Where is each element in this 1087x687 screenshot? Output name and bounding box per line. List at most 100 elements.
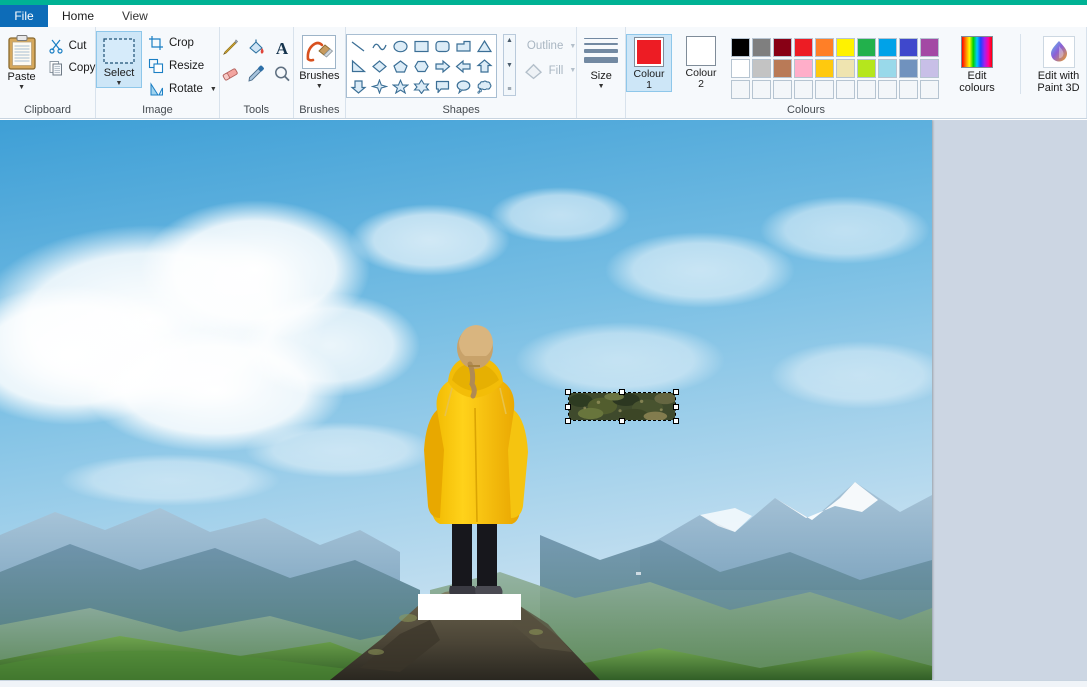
palette-swatch-r2-c5[interactable] bbox=[815, 59, 834, 78]
shape-four-point-star[interactable] bbox=[369, 76, 390, 96]
crop-button[interactable]: Crop bbox=[146, 34, 219, 52]
shape-pentagon[interactable] bbox=[390, 56, 411, 76]
select-button[interactable]: Select ▼ bbox=[96, 31, 142, 88]
palette-swatch-r3-c6[interactable] bbox=[836, 80, 855, 99]
tab-home[interactable]: Home bbox=[48, 5, 109, 27]
shapes-scroll-up-icon[interactable]: ▲ bbox=[506, 36, 513, 45]
shape-oval[interactable] bbox=[390, 36, 411, 56]
shape-right-arrow[interactable] bbox=[432, 56, 453, 76]
palette-swatch-r2-c10[interactable] bbox=[920, 59, 939, 78]
palette-swatch-r3-c1[interactable] bbox=[731, 80, 750, 99]
palette-swatch-r1-c6[interactable] bbox=[836, 38, 855, 57]
colour-1-button[interactable]: Colour 1 bbox=[626, 34, 672, 92]
size-dropdown-caret-icon[interactable]: ▼ bbox=[598, 83, 605, 90]
selection-handle-se[interactable] bbox=[673, 418, 679, 424]
tab-file[interactable]: File bbox=[0, 5, 48, 27]
shapes-gallery-scrollbar[interactable]: ▲ ▼ ≡ bbox=[502, 34, 516, 96]
eraser-tool-button[interactable] bbox=[218, 62, 242, 86]
palette-swatch-r2-c8[interactable] bbox=[878, 59, 897, 78]
palette-swatch-r3-c10[interactable] bbox=[920, 80, 939, 99]
palette-swatch-r2-c9[interactable] bbox=[899, 59, 918, 78]
shape-cloud-callout[interactable] bbox=[474, 76, 495, 96]
rotate-dropdown-caret-icon[interactable]: ▼ bbox=[210, 86, 217, 93]
rotate-button[interactable]: Rotate ▼ bbox=[146, 80, 219, 98]
shape-curve[interactable] bbox=[369, 36, 390, 56]
copy-button[interactable]: Copy bbox=[46, 59, 98, 77]
palette-swatch-r3-c2[interactable] bbox=[752, 80, 771, 99]
canvas-selection-marquee[interactable] bbox=[565, 389, 679, 424]
paint-canvas[interactable] bbox=[0, 120, 932, 680]
palette-swatch-r1-c7[interactable] bbox=[857, 38, 876, 57]
size-button[interactable]: Size ▼ bbox=[584, 31, 619, 90]
cut-button[interactable]: Cut bbox=[46, 37, 98, 55]
fill-dropdown-caret-icon[interactable]: ▼ bbox=[569, 67, 576, 74]
palette-swatch-r2-c1[interactable] bbox=[731, 59, 750, 78]
brushes-dropdown-caret-icon[interactable]: ▼ bbox=[316, 83, 323, 90]
text-tool-button[interactable]: A bbox=[270, 36, 294, 60]
paint3d-label-line2: Paint 3D bbox=[1037, 82, 1080, 94]
selection-handle-e[interactable] bbox=[673, 403, 679, 410]
pencil-tool-button[interactable] bbox=[218, 36, 242, 60]
palette-swatch-r1-c4[interactable] bbox=[794, 38, 813, 57]
shape-left-arrow[interactable] bbox=[453, 56, 474, 76]
palette-swatch-r2-c7[interactable] bbox=[857, 59, 876, 78]
shape-down-arrow[interactable] bbox=[348, 76, 369, 96]
shape-triangle[interactable] bbox=[474, 36, 495, 56]
canvas-workspace[interactable] bbox=[0, 120, 1087, 680]
palette-swatch-r1-c5[interactable] bbox=[815, 38, 834, 57]
palette-swatch-r1-c2[interactable] bbox=[752, 38, 771, 57]
resize-button[interactable]: Resize bbox=[146, 57, 219, 75]
colour-2-button[interactable]: Colour 2 bbox=[678, 34, 724, 90]
shape-rounded-rectangle[interactable] bbox=[432, 36, 453, 56]
palette-swatch-r2-c2[interactable] bbox=[752, 59, 771, 78]
outline-dropdown-caret-icon[interactable]: ▼ bbox=[569, 43, 576, 50]
shapes-scroll-down-icon[interactable]: ▼ bbox=[506, 61, 513, 70]
shape-five-point-star[interactable] bbox=[390, 76, 411, 96]
palette-swatch-r3-c7[interactable] bbox=[857, 80, 876, 99]
selection-handle-w[interactable] bbox=[565, 403, 571, 410]
shapes-group-label: Shapes bbox=[442, 104, 480, 116]
palette-swatch-r2-c4[interactable] bbox=[794, 59, 813, 78]
shape-up-arrow[interactable] bbox=[474, 56, 495, 76]
selection-handle-n[interactable] bbox=[619, 389, 625, 395]
palette-swatch-r1-c3[interactable] bbox=[773, 38, 792, 57]
palette-swatch-r1-c10[interactable] bbox=[920, 38, 939, 57]
selection-handle-nw[interactable] bbox=[565, 389, 571, 395]
colour-palette[interactable] bbox=[730, 34, 940, 100]
palette-swatch-r3-c5[interactable] bbox=[815, 80, 834, 99]
shape-right-triangle[interactable] bbox=[348, 56, 369, 76]
palette-swatch-r2-c6[interactable] bbox=[836, 59, 855, 78]
brushes-button[interactable]: Brushes ▼ bbox=[299, 31, 340, 90]
palette-swatch-r1-c8[interactable] bbox=[878, 38, 897, 57]
shape-six-point-star[interactable] bbox=[411, 76, 432, 96]
shape-rectangle[interactable] bbox=[411, 36, 432, 56]
paste-dropdown-caret-icon[interactable]: ▼ bbox=[18, 84, 25, 91]
shape-line[interactable] bbox=[348, 36, 369, 56]
fill-tool-button[interactable] bbox=[244, 36, 268, 60]
palette-swatch-r2-c3[interactable] bbox=[773, 59, 792, 78]
selection-handle-sw[interactable] bbox=[565, 418, 571, 424]
shape-diamond[interactable] bbox=[369, 56, 390, 76]
palette-swatch-r1-c1[interactable] bbox=[731, 38, 750, 57]
shape-hexagon[interactable] bbox=[411, 56, 432, 76]
edit-colours-button[interactable]: Edit colours bbox=[950, 34, 1004, 94]
shapes-expand-icon[interactable]: ≡ bbox=[507, 85, 511, 94]
palette-swatch-r3-c9[interactable] bbox=[899, 80, 918, 99]
fill-shape-button[interactable]: Fill ▼ bbox=[522, 60, 576, 82]
palette-swatch-r3-c8[interactable] bbox=[878, 80, 897, 99]
palette-swatch-r3-c3[interactable] bbox=[773, 80, 792, 99]
selection-handle-ne[interactable] bbox=[673, 389, 679, 395]
select-dropdown-caret-icon[interactable]: ▼ bbox=[116, 80, 123, 87]
outline-button[interactable]: Outline ▼ bbox=[522, 40, 576, 52]
magnifier-tool-button[interactable] bbox=[270, 62, 294, 86]
edit-with-paint3d-button[interactable]: Edit with Paint 3D bbox=[1020, 34, 1086, 94]
palette-swatch-r3-c4[interactable] bbox=[794, 80, 813, 99]
selection-handle-s[interactable] bbox=[619, 418, 625, 424]
shape-rounded-callout[interactable] bbox=[432, 76, 453, 96]
colour-picker-tool-button[interactable] bbox=[244, 62, 268, 86]
shape-oval-callout[interactable] bbox=[453, 76, 474, 96]
shape-polygon[interactable] bbox=[453, 36, 474, 56]
tab-view[interactable]: View bbox=[108, 5, 162, 27]
palette-swatch-r1-c9[interactable] bbox=[899, 38, 918, 57]
paste-button[interactable]: Paste ▼ bbox=[0, 31, 44, 91]
